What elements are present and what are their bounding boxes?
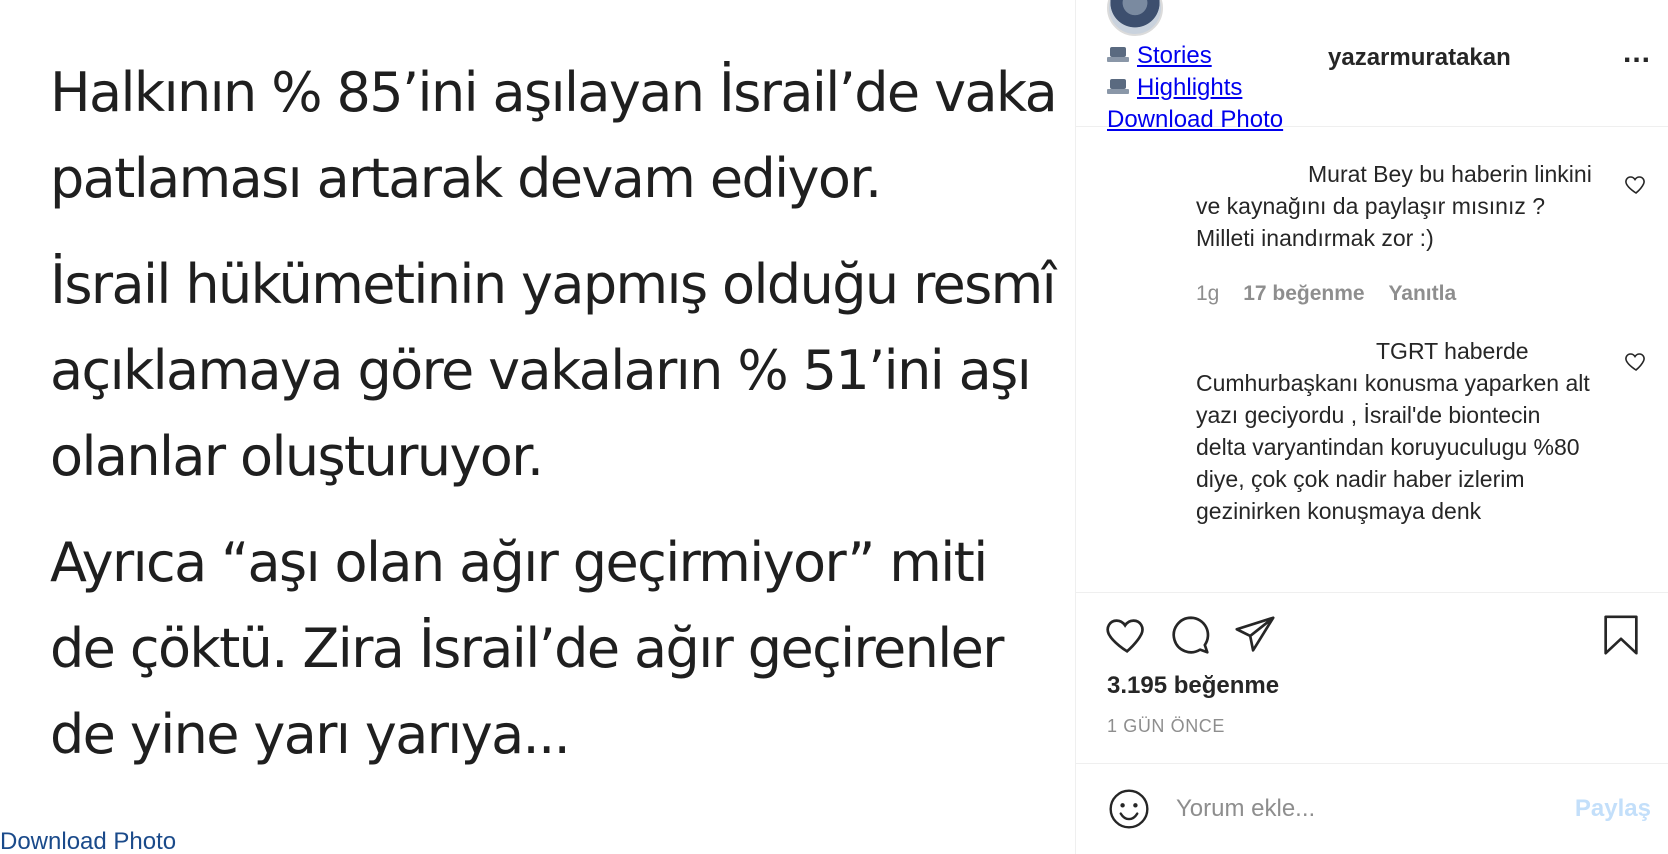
header-links: Stories Highlights Download Photo <box>1107 40 1283 136</box>
post-paragraph-2: İsrail hükümetinin yapmış olduğu resmî a… <box>50 253 1057 488</box>
comment-reply-button[interactable]: Yanıtla <box>1388 282 1456 305</box>
comment-item: TGRT haberde Cumhurbaşkanı konusma yapar… <box>1196 335 1596 527</box>
download-photo-link[interactable]: Download Photo <box>0 829 176 854</box>
comment-meta: 1g 17 beğenme Yanıtla <box>1196 282 1596 306</box>
comment-icon[interactable] <box>1168 612 1214 658</box>
comment-input[interactable] <box>1176 787 1536 831</box>
post-side-panel: Stories Highlights Download Photo yazarm… <box>1075 0 1668 854</box>
comments-list[interactable]: Murat Bey bu haberin linkini ve kaynağın… <box>1076 128 1668 593</box>
likes-count[interactable]: 3.195 beğenme <box>1107 672 1279 700</box>
comment-item: Murat Bey bu haberin linkini ve kaynağın… <box>1196 158 1596 306</box>
stories-label: Stories <box>1137 42 1212 69</box>
post-actions: 3.195 beğenme 1 GÜN ÖNCE <box>1076 594 1668 764</box>
comment-likes[interactable]: 17 beğenme <box>1243 282 1364 305</box>
post-paragraph-3: Ayrıca “aşı olan ağır geçirmiyor” miti d… <box>50 531 1004 766</box>
add-comment-bar: Paylaş <box>1076 765 1668 854</box>
post-comment-button[interactable]: Paylaş <box>1575 795 1651 823</box>
username[interactable]: yazarmuratakan <box>1328 44 1511 72</box>
smiley-icon[interactable] <box>1107 787 1151 831</box>
post-header: Stories Highlights Download Photo yazarm… <box>1076 0 1668 133</box>
highlights-link[interactable]: Highlights <box>1107 72 1283 104</box>
post-image[interactable]: Halkının % 85’ini aşılayan İsrail’de vak… <box>0 0 1075 854</box>
bookmark-icon[interactable] <box>1598 612 1644 658</box>
comment-text: Murat Bey bu haberin linkini ve kaynağın… <box>1196 161 1592 251</box>
highlights-label: Highlights <box>1137 74 1243 101</box>
avatar[interactable] <box>1107 0 1163 36</box>
stories-icon <box>1107 45 1131 65</box>
heart-small-icon[interactable] <box>1623 349 1649 373</box>
comment-text: TGRT haberde Cumhurbaşkanı konusma yapar… <box>1196 338 1590 524</box>
highlights-icon <box>1107 77 1131 97</box>
post-text-block: Halkının % 85’ini aşılayan İsrail’de vak… <box>50 50 1060 798</box>
heart-small-icon[interactable] <box>1623 172 1649 196</box>
post-paragraph-1: Halkının % 85’ini aşılayan İsrail’de vak… <box>50 61 1058 210</box>
post-time: 1 GÜN ÖNCE <box>1107 716 1226 736</box>
more-icon[interactable]: ... <box>1623 36 1651 70</box>
comment-time: 1g <box>1196 282 1220 305</box>
stories-link[interactable]: Stories <box>1107 40 1283 72</box>
share-icon[interactable] <box>1232 612 1278 658</box>
heart-icon[interactable] <box>1104 612 1150 658</box>
